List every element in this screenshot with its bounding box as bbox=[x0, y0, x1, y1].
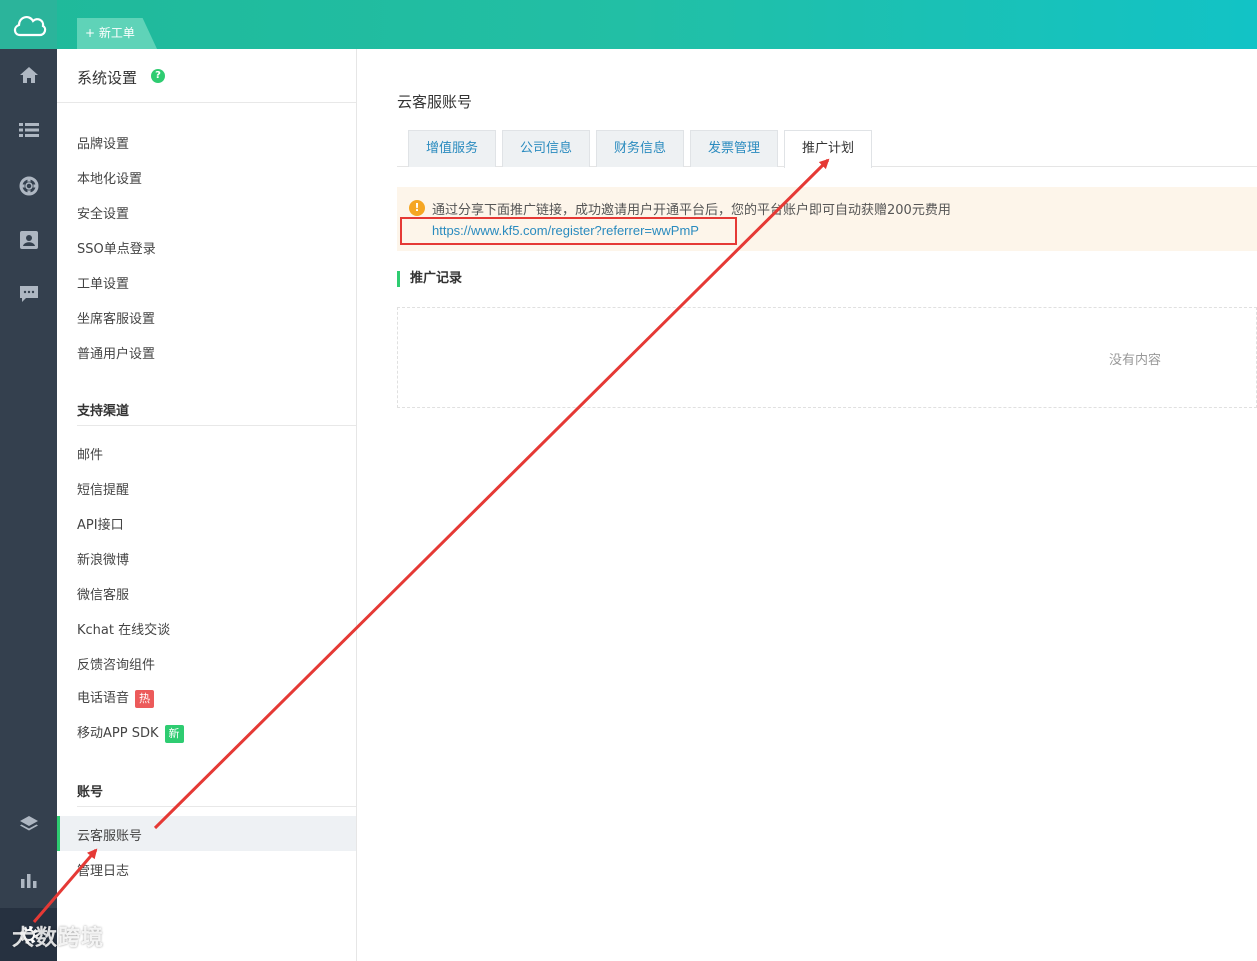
sidebar-item-security[interactable]: 安全设置 bbox=[77, 203, 129, 222]
referral-link-highlight: https://www.kf5.com/register?referrer=ww… bbox=[400, 217, 737, 245]
sidebar-title: 系统设置 bbox=[77, 69, 138, 87]
sidebar-item-label: 电话语音 bbox=[77, 691, 130, 706]
new-ticket-button[interactable]: + 新工单 bbox=[77, 18, 157, 49]
list-icon[interactable] bbox=[0, 110, 57, 150]
tab-bar: 增值服务 公司信息 财务信息 发票管理 推广计划 bbox=[397, 130, 1257, 168]
sidebar-item-feedback-widget[interactable]: 反馈咨询组件 bbox=[77, 654, 155, 673]
layers-icon[interactable] bbox=[0, 804, 57, 844]
icon-rail bbox=[0, 49, 57, 961]
sidebar-item-brand[interactable]: 品牌设置 bbox=[77, 133, 129, 152]
sidebar-item-kchat[interactable]: Kchat 在线交谈 bbox=[77, 619, 170, 638]
sidebar-item-admin-log[interactable]: 管理日志 bbox=[77, 860, 129, 879]
empty-text: 没有内容 bbox=[1109, 353, 1162, 368]
sidebar-item-ticket-settings[interactable]: 工单设置 bbox=[77, 273, 129, 292]
tab-finance-info[interactable]: 财务信息 bbox=[596, 130, 684, 167]
records-title: 推广记录 bbox=[397, 271, 462, 287]
sidebar-item-cloud-account[interactable]: 云客服账号 bbox=[77, 825, 142, 844]
sidebar-item-sms[interactable]: 短信提醒 bbox=[77, 479, 129, 498]
sidebar-item-weibo[interactable]: 新浪微博 bbox=[77, 549, 129, 568]
top-bar: + 新工单 bbox=[0, 0, 1257, 49]
referral-link[interactable]: https://www.kf5.com/register?referrer=ww… bbox=[432, 223, 699, 238]
home-icon[interactable] bbox=[0, 55, 57, 95]
sidebar-item-app-sdk[interactable]: 移动APP SDK 新 bbox=[77, 722, 184, 743]
sidebar-item-agent-settings[interactable]: 坐席客服设置 bbox=[77, 308, 155, 327]
help-icon[interactable]: ? bbox=[151, 69, 165, 83]
main-content: 云客服账号 增值服务 公司信息 财务信息 发票管理 推广计划 ! 通过分享下面推… bbox=[357, 49, 1257, 961]
hot-badge: 热 bbox=[135, 689, 155, 708]
page-title: 云客服账号 bbox=[397, 93, 473, 111]
notice-text: 通过分享下面推广链接，成功邀请用户开通平台后，您的平台账户即可自动获赠200元费… bbox=[432, 203, 951, 218]
sidebar-item-localization[interactable]: 本地化设置 bbox=[77, 168, 142, 187]
sidebar-item-phone[interactable]: 电话语音热 bbox=[77, 687, 155, 708]
chart-icon[interactable] bbox=[0, 860, 57, 900]
records-empty-box: 没有内容 bbox=[397, 307, 1257, 408]
info-icon: ! bbox=[409, 200, 425, 216]
sidebar-item-wechat[interactable]: 微信客服 bbox=[77, 584, 129, 603]
settings-sidebar: 系统设置 ? 品牌设置 本地化设置 安全设置 SSO单点登录 工单设置 坐席客服… bbox=[57, 49, 357, 961]
watermark: 大数跨境 bbox=[12, 926, 105, 951]
tab-invoice[interactable]: 发票管理 bbox=[690, 130, 778, 167]
sidebar-header: 系统设置 ? bbox=[57, 49, 356, 103]
contact-icon[interactable] bbox=[0, 220, 57, 260]
sidebar-item-label: 移动APP SDK bbox=[77, 726, 159, 741]
chat-icon[interactable] bbox=[0, 274, 57, 314]
section-account: 账号 bbox=[77, 781, 356, 807]
tab-promotion[interactable]: 推广计划 bbox=[784, 130, 872, 168]
section-support-channels: 支持渠道 bbox=[77, 400, 356, 426]
sidebar-item-user-settings[interactable]: 普通用户设置 bbox=[77, 343, 155, 362]
cloud-logo-icon[interactable] bbox=[0, 0, 57, 49]
sidebar-item-email[interactable]: 邮件 bbox=[77, 444, 103, 463]
promotion-notice: ! 通过分享下面推广链接，成功邀请用户开通平台后，您的平台账户即可自动获赠200… bbox=[397, 187, 1257, 251]
sidebar-item-api[interactable]: API接口 bbox=[77, 514, 124, 533]
new-badge: 新 bbox=[164, 724, 184, 743]
tab-company-info[interactable]: 公司信息 bbox=[502, 130, 590, 167]
sidebar-item-sso[interactable]: SSO单点登录 bbox=[77, 238, 156, 257]
support-icon[interactable] bbox=[0, 166, 57, 206]
tab-value-added[interactable]: 增值服务 bbox=[408, 130, 496, 167]
